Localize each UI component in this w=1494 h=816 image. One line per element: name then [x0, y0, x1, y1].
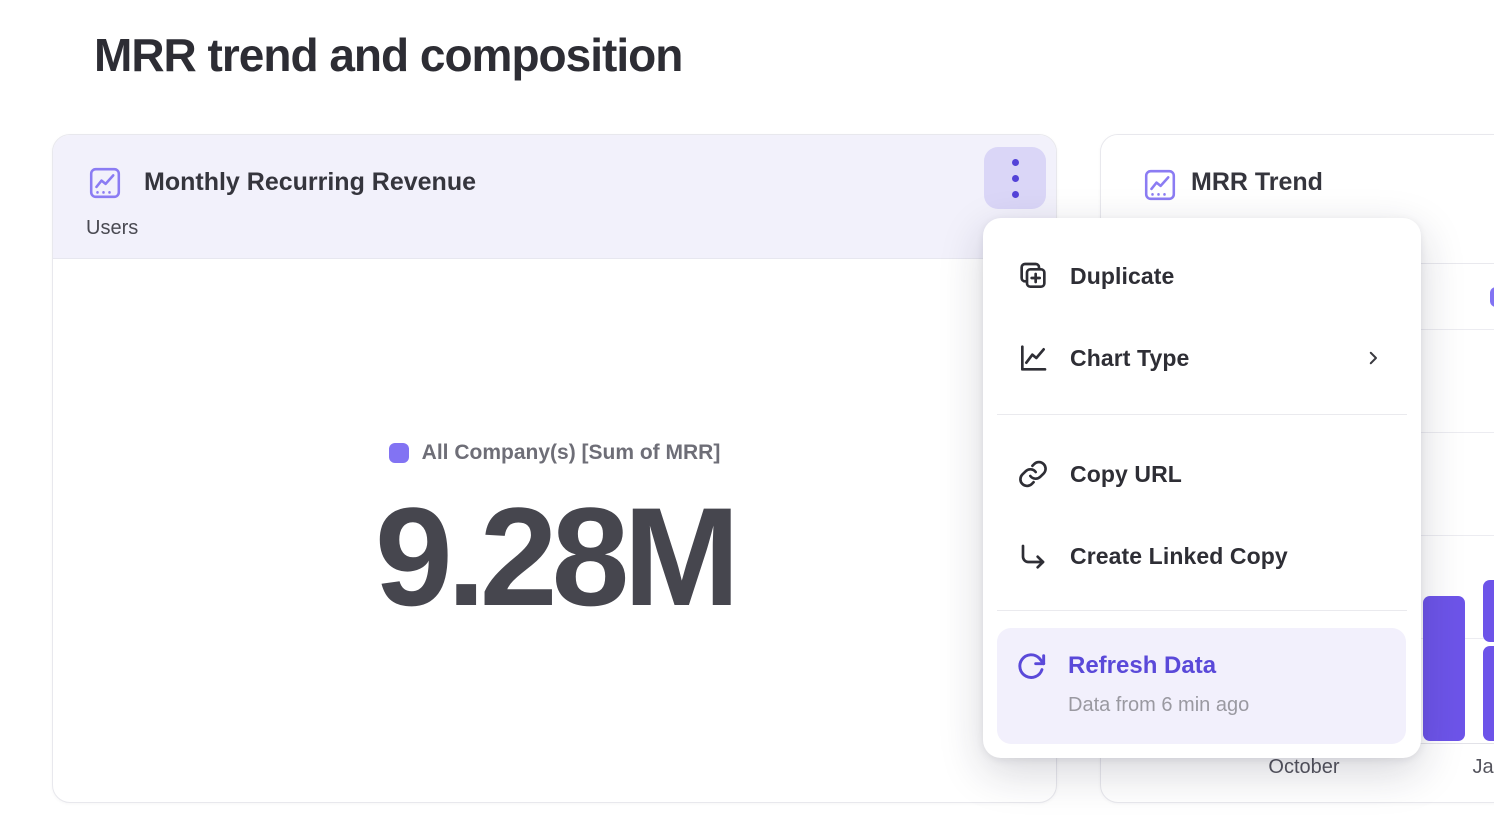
trend-legend-swatch [1490, 287, 1494, 307]
x-axis-label-january: Ja [1472, 756, 1493, 779]
menu-item-duplicate[interactable]: Duplicate [983, 246, 1421, 306]
refresh-icon [1015, 651, 1047, 683]
link-icon [1017, 458, 1049, 490]
page-title: MRR trend and composition [94, 28, 682, 82]
menu-item-label: Chart Type [1070, 345, 1189, 372]
card-context-menu: Duplicate Chart Type Copy URL [983, 218, 1421, 758]
x-axis-label-october: October [1268, 756, 1339, 779]
mrr-card-subtitle: Users [86, 217, 138, 240]
menu-item-refresh-data[interactable]: Refresh Data Data from 6 min ago [997, 628, 1406, 744]
duplicate-icon [1017, 260, 1049, 292]
mrr-card-header: Monthly Recurring Revenue Users [53, 135, 1056, 259]
chart-badge-icon [1142, 167, 1178, 203]
refresh-data-label: Refresh Data [1068, 652, 1216, 680]
bar-january-segment-bottom[interactable] [1483, 646, 1494, 741]
mrr-card-title: Monthly Recurring Revenue [144, 168, 476, 197]
legend-label: All Company(s) [Sum of MRR] [422, 441, 721, 465]
kebab-menu-icon [1012, 159, 1019, 198]
menu-divider [997, 610, 1407, 611]
chart-badge-icon [87, 165, 123, 201]
refresh-data-sublabel: Data from 6 min ago [1068, 694, 1249, 717]
mrr-trend-card-title: MRR Trend [1191, 168, 1323, 197]
big-number-value: 9.28M [53, 487, 1056, 627]
menu-item-copy-url[interactable]: Copy URL [983, 444, 1421, 504]
menu-item-label: Copy URL [1070, 461, 1182, 488]
bar-january-segment-top[interactable] [1483, 580, 1494, 642]
menu-item-label: Duplicate [1070, 263, 1174, 290]
chart-type-icon [1017, 342, 1049, 374]
menu-divider [997, 414, 1407, 415]
chevron-right-icon [1364, 349, 1382, 367]
legend-swatch [389, 443, 409, 463]
menu-item-create-linked-copy[interactable]: Create Linked Copy [983, 526, 1421, 586]
monthly-recurring-revenue-card: Monthly Recurring Revenue Users All Comp… [52, 134, 1057, 803]
bar-december[interactable] [1423, 596, 1465, 741]
linked-copy-icon [1017, 540, 1049, 572]
menu-item-label: Create Linked Copy [1070, 543, 1288, 570]
menu-item-chart-type[interactable]: Chart Type [983, 328, 1421, 388]
kebab-menu-button[interactable] [984, 147, 1046, 209]
legend-row: All Company(s) [Sum of MRR] [53, 438, 1056, 468]
